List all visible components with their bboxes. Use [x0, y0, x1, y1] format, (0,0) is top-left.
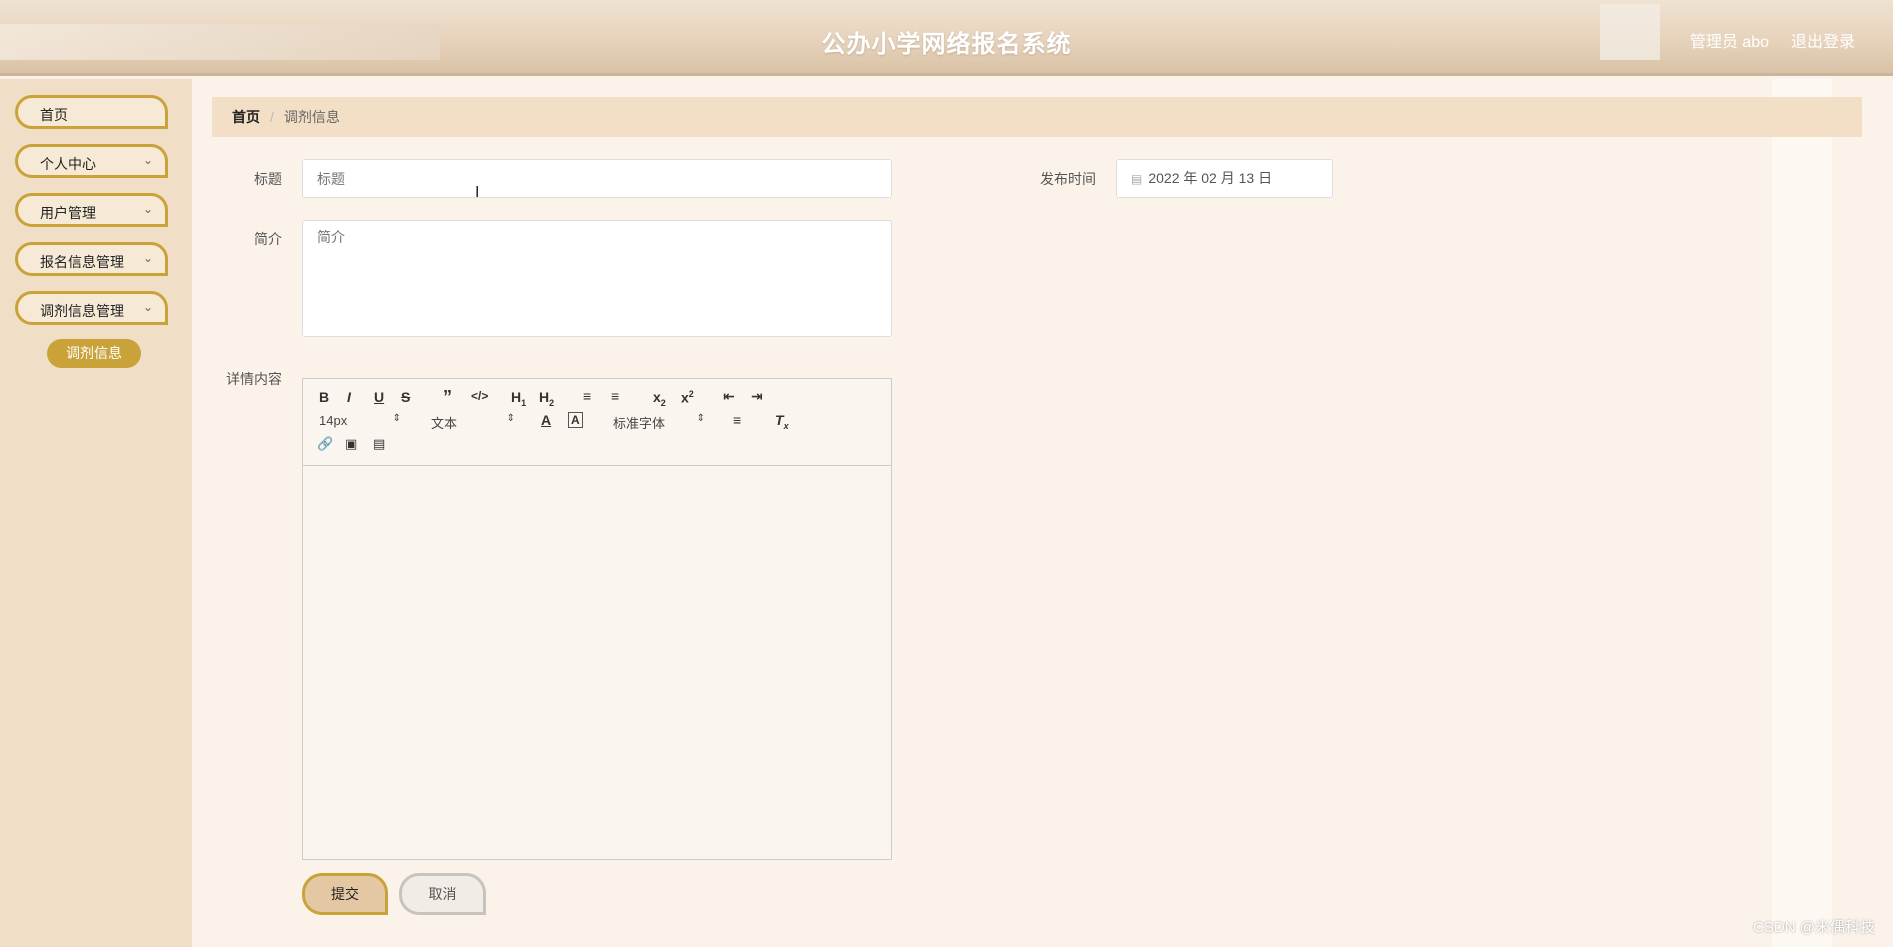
- code-icon[interactable]: </>: [471, 389, 488, 403]
- chevron-down-icon: ⌄: [142, 300, 153, 314]
- font-size-value: 14px: [319, 413, 348, 428]
- ordered-list-icon[interactable]: ≡: [583, 388, 591, 404]
- sidebar-item-label: 用户管理: [40, 205, 96, 221]
- align-left-icon[interactable]: ≡: [733, 412, 741, 428]
- top-header: 公办小学网络报名系统 管理员 abo 退出登录: [0, 0, 1893, 76]
- sidebar-subitem-adjustment-info[interactable]: 调剂信息: [47, 339, 141, 368]
- font-family-select[interactable]: 标准字体 ⇕: [613, 413, 705, 432]
- publish-time-value: 2022 年 02 月 13 日: [1148, 170, 1273, 186]
- cancel-button[interactable]: 取消: [399, 873, 486, 915]
- site-title: 公办小学网络报名系统: [821, 31, 1072, 58]
- bold-icon[interactable]: B: [319, 389, 329, 405]
- background-color-icon[interactable]: A: [568, 412, 583, 428]
- text-cursor-icon: I: [475, 184, 480, 201]
- summary-label: 简介: [254, 231, 282, 247]
- calendar-icon: ▤: [1131, 172, 1143, 186]
- text-type-select[interactable]: 文本 ⇕: [431, 413, 515, 432]
- sidebar-item-registration-management[interactable]: 报名信息管理 ⌄: [15, 242, 168, 276]
- publish-time-picker[interactable]: ▤ 2022 年 02 月 13 日: [1116, 159, 1333, 198]
- italic-icon[interactable]: I: [347, 389, 351, 405]
- underline-icon[interactable]: U: [374, 389, 384, 405]
- sidebar-item-label: 报名信息管理: [40, 254, 124, 270]
- strikethrough-icon[interactable]: S: [401, 389, 410, 405]
- image-icon[interactable]: ▣: [345, 436, 357, 452]
- breadcrumb-current: 调剂信息: [283, 109, 340, 125]
- main-content: 首页 / 调剂信息 标题 发布时间 ▤ 2022 年 02 月 13 日 简介 详情内…: [192, 79, 1893, 947]
- sidebar-item-home[interactable]: 首页: [15, 95, 168, 129]
- clear-format-icon[interactable]: Tx: [775, 412, 789, 431]
- text-type-value: 文本: [431, 416, 458, 431]
- watermark: CSDN @米偶科技: [1753, 919, 1875, 936]
- admin-username: 管理员 abo: [1689, 34, 1769, 51]
- blockquote-icon[interactable]: ”: [443, 387, 452, 408]
- heading-2-icon[interactable]: H2: [539, 389, 554, 408]
- sidebar-item-personal-center[interactable]: 个人中心 ⌄: [15, 144, 168, 178]
- font-size-select[interactable]: 14px ⇕: [319, 413, 401, 428]
- link-icon[interactable]: 🔗: [317, 436, 333, 452]
- chevron-down-icon: ⌄: [142, 153, 153, 167]
- video-icon[interactable]: ▤: [373, 436, 385, 452]
- outdent-icon[interactable]: ⇤: [723, 388, 735, 405]
- select-arrow-icon: ⇕: [506, 413, 515, 424]
- heading-1-icon[interactable]: H1: [511, 389, 526, 408]
- breadcrumb-separator: /: [270, 109, 274, 125]
- publish-time-label: 发布时间: [1040, 171, 1096, 187]
- detail-label: 详情内容: [226, 371, 282, 387]
- select-arrow-icon: ⇕: [696, 413, 705, 424]
- bullet-list-icon[interactable]: ≡: [611, 388, 619, 404]
- indent-icon[interactable]: ⇥: [751, 388, 763, 405]
- summary-textarea[interactable]: [302, 220, 892, 337]
- editor-toolbar: B I U S ” </> H1 H2 ≡ ≡ x2 x2 ⇤ ⇥ 14px ⇕ …: [303, 379, 891, 466]
- title-label: 标题: [254, 171, 282, 187]
- chevron-down-icon: ⌄: [142, 251, 153, 265]
- sidebar: 首页 个人中心 ⌄ 用户管理 ⌄ 报名信息管理 ⌄ 调剂信息管理 ⌄ 调剂信息: [0, 79, 192, 947]
- background-decoration: [1772, 79, 1832, 947]
- editor-content-area[interactable]: [303, 466, 891, 859]
- breadcrumb: 首页 / 调剂信息: [212, 97, 1862, 137]
- title-input[interactable]: [302, 159, 892, 198]
- sidebar-item-label: 个人中心: [40, 156, 96, 172]
- rich-text-editor: B I U S ” </> H1 H2 ≡ ≡ x2 x2 ⇤ ⇥ 14px ⇕ …: [302, 378, 892, 860]
- font-family-value: 标准字体: [613, 416, 666, 431]
- superscript-icon[interactable]: x2: [681, 389, 694, 406]
- breadcrumb-home[interactable]: 首页: [232, 109, 260, 125]
- font-color-icon[interactable]: A: [541, 412, 551, 428]
- chevron-down-icon: ⌄: [142, 202, 153, 216]
- sidebar-item-label: 调剂信息管理: [40, 303, 124, 319]
- select-arrow-icon: ⇕: [392, 413, 401, 424]
- logout-link[interactable]: 退出登录: [1791, 28, 1855, 52]
- subscript-icon[interactable]: x2: [653, 389, 666, 408]
- sidebar-item-label: 首页: [40, 107, 68, 123]
- sidebar-item-adjustment-management[interactable]: 调剂信息管理 ⌄: [15, 291, 168, 325]
- sidebar-item-user-management[interactable]: 用户管理 ⌄: [15, 193, 168, 227]
- submit-button[interactable]: 提交: [302, 873, 388, 915]
